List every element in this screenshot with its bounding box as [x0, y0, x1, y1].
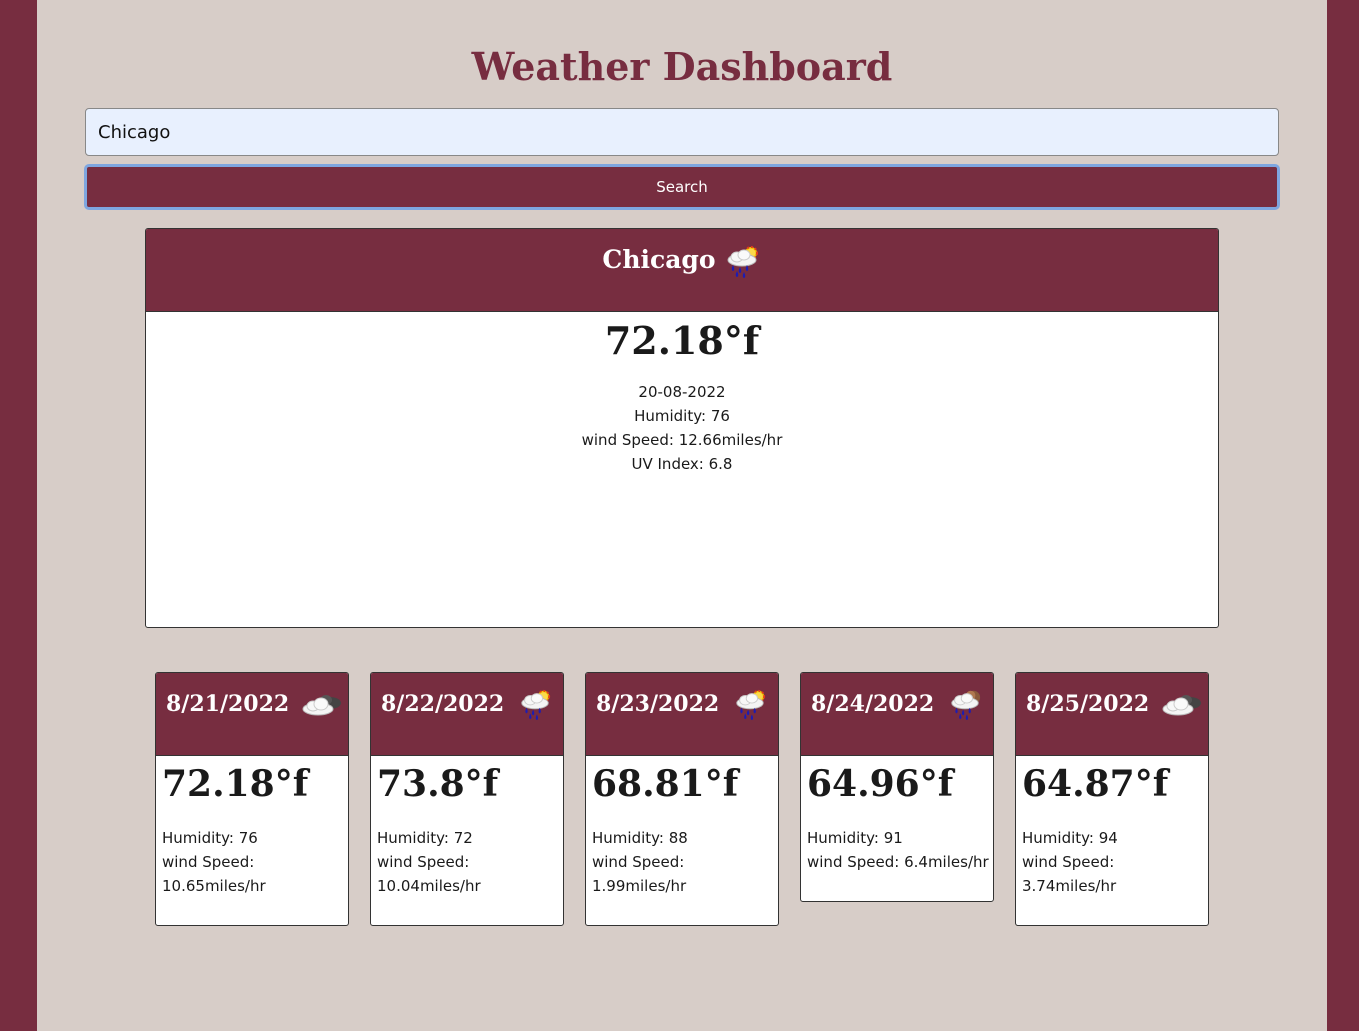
cloud-night-icon: [1160, 687, 1204, 725]
forecast-date: 8/24/2022: [811, 691, 935, 717]
forecast-humidity: Humidity: 88: [592, 829, 688, 847]
forecast-card: 8/24/2022 64.96°f Humidity: 91 wind Spee…: [800, 672, 994, 902]
forecast-temperature: 72.18°f: [162, 763, 309, 805]
forecast-header: 8/23/2022: [586, 673, 778, 756]
current-date: 20-08-2022: [638, 383, 726, 401]
forecast-body: 72.18°f Humidity: 76 wind Speed: 10.65mi…: [156, 756, 348, 918]
forecast-humidity: Humidity: 76: [162, 829, 258, 847]
forecast-body: 64.87°f Humidity: 94 wind Speed: 3.74mil…: [1016, 756, 1208, 918]
current-wind-speed: wind Speed: 12.66miles/hr: [581, 431, 783, 449]
forecast-temperature: 73.8°f: [377, 763, 499, 805]
rain-sun-icon: [515, 687, 555, 725]
forecast-wind-value: 10.04miles/hr: [377, 877, 481, 895]
forecast-humidity: Humidity: 94: [1022, 829, 1118, 847]
forecast-details: Humidity: 94 wind Speed: 3.74miles/hr: [1022, 826, 1202, 898]
current-city-name: Chicago: [602, 245, 716, 274]
current-temperature: 72.18°f: [604, 318, 760, 363]
rain-moon-icon: [945, 687, 985, 725]
forecast-header: 8/21/2022: [156, 673, 348, 756]
forecast-body: 73.8°f Humidity: 72 wind Speed: 10.04mil…: [371, 756, 563, 918]
forecast-card: 8/23/2022 68.81°f Humidity: 88 wind Spee…: [585, 672, 779, 926]
forecast-wind: wind Speed: 6.4miles/hr: [807, 850, 989, 874]
forecast-temperature: 64.87°f: [1022, 763, 1169, 805]
current-uv-index: UV Index: 6.8: [631, 455, 733, 473]
forecast-humidity: Humidity: 72: [377, 829, 473, 847]
forecast-wind-value: 3.74miles/hr: [1022, 877, 1117, 895]
forecast-date: 8/25/2022: [1026, 691, 1150, 717]
forecast-humidity: Humidity: 91: [807, 829, 903, 847]
forecast-header: 8/24/2022: [801, 673, 993, 756]
forecast-card: 8/25/2022 64.87°f Humidity: 94 wind Spee…: [1015, 672, 1209, 926]
current-weather-header: Chicago: [146, 229, 1218, 312]
forecast-wind-value: 6.4miles/hr: [904, 853, 989, 871]
cloud-night-icon: [300, 687, 344, 725]
current-weather-card: Chicago 72.18°f 20-08-2022 Humidity: 76 …: [145, 228, 1219, 628]
current-details: 20-08-2022 Humidity: 76 wind Speed: 12.6…: [146, 380, 1218, 476]
forecast-body: 64.96°f Humidity: 91 wind Speed: 6.4mile…: [801, 756, 993, 894]
search-input[interactable]: [85, 108, 1279, 156]
forecast-header: 8/25/2022: [1016, 673, 1208, 756]
forecast-wind-label: wind Speed:: [592, 853, 685, 871]
forecast-card: 8/22/2022 73.8°f Humidity: 72 wind Speed…: [370, 672, 564, 926]
forecast-date: 8/21/2022: [166, 691, 290, 717]
forecast-wind-label: wind Speed:: [162, 853, 255, 871]
forecast-details: Humidity: 72 wind Speed: 10.04miles/hr: [377, 826, 557, 898]
forecast-details: Humidity: 76 wind Speed: 10.65miles/hr: [162, 826, 342, 898]
forecast-wind-value: 10.65miles/hr: [162, 877, 266, 895]
forecast-date: 8/23/2022: [596, 691, 720, 717]
forecast-date: 8/22/2022: [381, 691, 505, 717]
forecast-header: 8/22/2022: [371, 673, 563, 756]
forecast-temperature: 64.96°f: [807, 763, 954, 805]
forecast-body: 68.81°f Humidity: 88 wind Speed: 1.99mil…: [586, 756, 778, 918]
forecast-card: 8/21/2022 72.18°f Humidity: 76 wind Spee…: [155, 672, 349, 926]
rain-sun-icon: [722, 243, 762, 283]
forecast-wind-label: wind Speed:: [1022, 853, 1115, 871]
forecast-temperature: 68.81°f: [592, 763, 739, 805]
forecast-wind-label: wind Speed:: [377, 853, 470, 871]
forecast-details: Humidity: 88 wind Speed: 1.99miles/hr: [592, 826, 772, 898]
page-container: Weather Dashboard Search Chicago: [37, 0, 1327, 1031]
search-button[interactable]: Search: [84, 164, 1280, 210]
page-title: Weather Dashboard: [471, 44, 893, 89]
forecast-details: Humidity: 91 wind Speed: 6.4miles/hr: [807, 826, 989, 874]
current-humidity: Humidity: 76: [634, 407, 730, 425]
forecast-wind-value: 1.99miles/hr: [592, 877, 687, 895]
forecast-wind-label: wind Speed:: [807, 853, 900, 871]
rain-sun-icon: [730, 687, 770, 725]
